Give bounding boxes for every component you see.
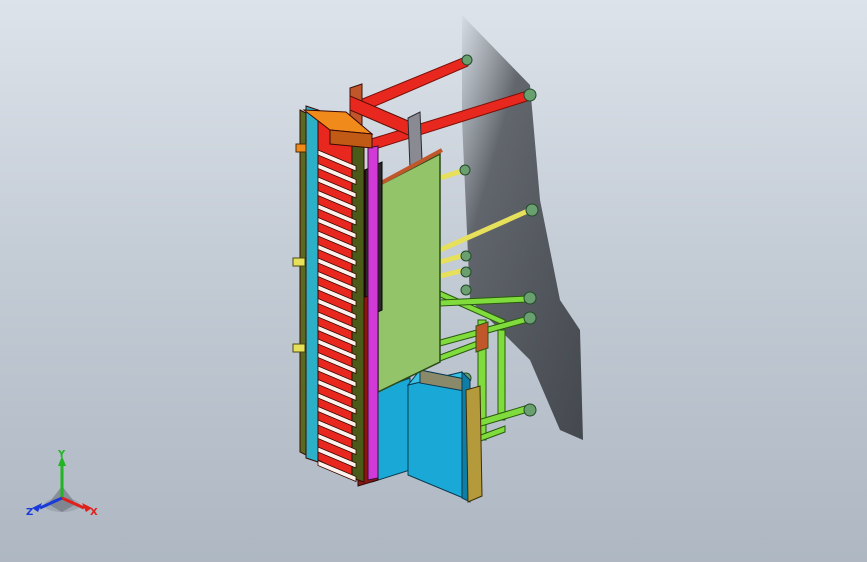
x-axis-label: X [90,507,98,518]
z-axis-label: Z [26,507,33,518]
olive-plate [465,385,483,503]
cad-viewport[interactable]: Y X Z [0,0,867,562]
axis-triad: Y X Z [26,449,98,518]
green-panel [377,152,441,394]
magenta-strip [367,145,379,481]
y-axis-label: Y [57,449,66,460]
cyan-cabinets [371,369,472,503]
assembly-model[interactable] [0,0,867,562]
